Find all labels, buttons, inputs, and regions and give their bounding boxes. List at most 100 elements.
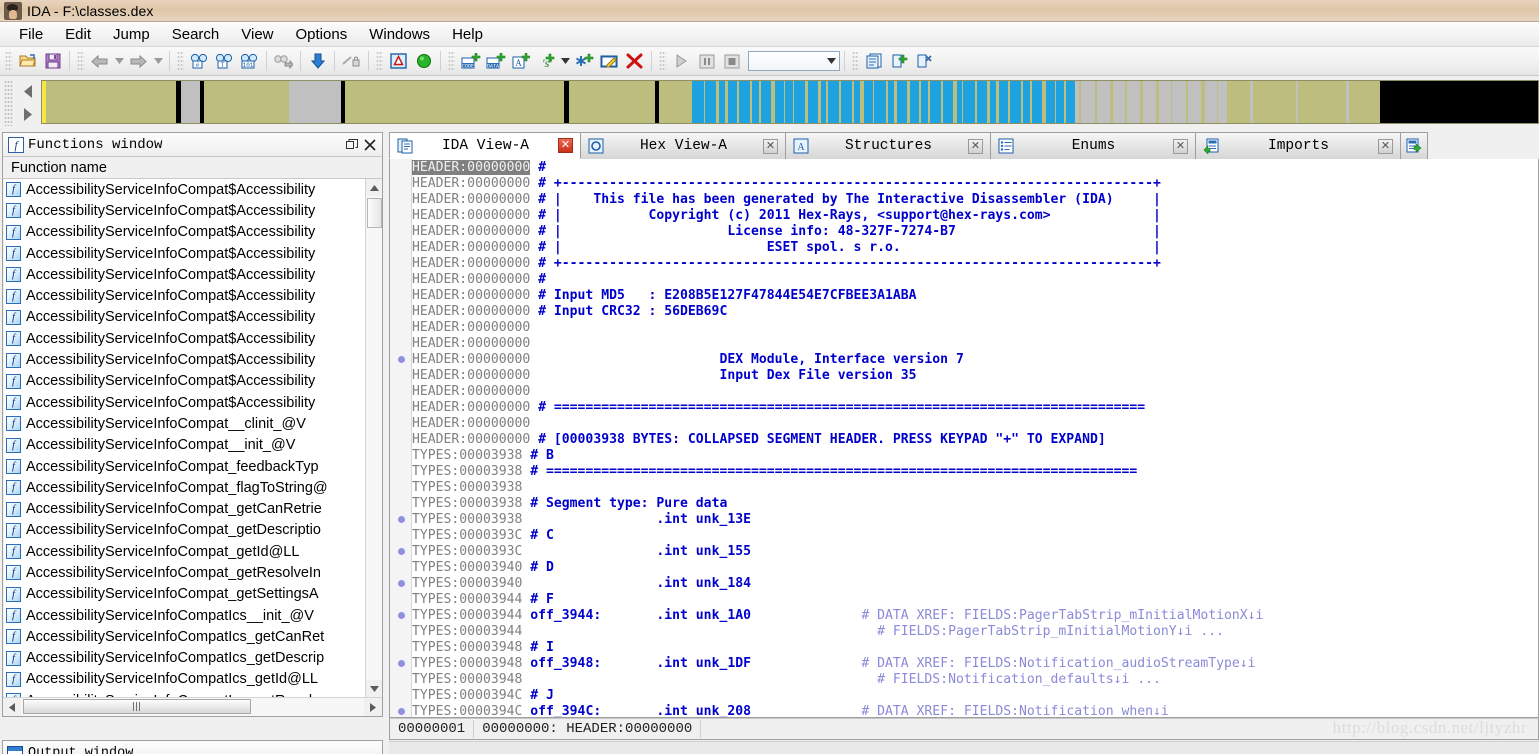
make-code-icon[interactable]: CODE [458,49,483,73]
function-list-item[interactable]: f AccessibilityServiceInfoCompat_getDescr… [3,519,365,542]
toolbar-grip[interactable] [5,51,12,71]
search-text-icon[interactable]: T [212,49,237,73]
forward-dropdown-icon[interactable] [151,49,165,73]
hscroll-thumb[interactable] [23,699,251,714]
undock-icon[interactable] [343,136,361,154]
search-hash-icon[interactable]: # [187,49,212,73]
disassembly-line[interactable]: TYPES:00003938 # Segment type: Pure data [412,496,1538,512]
function-list-item[interactable]: f AccessibilityServiceInfoCompat$Accessib… [3,285,365,307]
function-list-item[interactable]: f AccessibilityServiceInfoCompat__init_@V [3,434,365,456]
tab-imports[interactable]: Imports ✕ [1195,132,1401,159]
disassembly-line[interactable]: HEADER:00000000 [412,384,1538,400]
disassembly-code[interactable]: HEADER:00000000 # HEADER:00000000 # +---… [412,159,1538,717]
function-list-item[interactable]: f AccessibilityServiceInfoCompat_feedback… [3,455,365,478]
disassembly-line[interactable]: TYPES:0000394C off_394C: .int unk_208 # … [412,704,1538,717]
make-ascii-icon[interactable]: A [508,49,533,73]
function-list-item[interactable]: f AccessibilityServiceInfoCompat$Accessib… [3,200,365,222]
disassembly-line[interactable]: TYPES:00003944 off_3944: .int unk_1A0 # … [412,608,1538,624]
tab-close-icon[interactable]: ✕ [763,138,778,154]
disassembly-gutter[interactable] [390,159,412,717]
function-list-item[interactable]: f AccessibilityServiceInfoCompatIcs_getDe… [3,647,365,669]
disassembly-line[interactable]: TYPES:0000393C # C [412,528,1538,544]
chevron-down-icon[interactable] [823,58,839,64]
disassembly-line[interactable]: HEADER:00000000 # Input MD5 : E208B5E127… [412,288,1538,304]
menu-options[interactable]: Options [285,24,359,45]
disassembly-line[interactable]: TYPES:00003948 # FIELDS:Notification_def… [412,672,1538,688]
debugger-run-icon[interactable] [669,49,694,73]
disassembly-line[interactable]: TYPES:00003940 .int unk_184 [412,576,1538,592]
function-list-item[interactable]: f AccessibilityServiceInfoCompat$Accessib… [3,328,365,350]
menu-file[interactable]: File [8,24,54,45]
disassembly-line[interactable]: HEADER:00000000 # [412,272,1538,288]
disassembly-line[interactable]: TYPES:0000394C # J [412,688,1538,704]
undefine-icon[interactable] [622,49,647,73]
function-list-item[interactable]: f AccessibilityServiceInfoCompat__clinit_… [3,413,365,435]
make-array-icon[interactable] [572,49,597,73]
disassembly-line[interactable]: HEADER:00000000 [412,416,1538,432]
navigation-band[interactable] [41,80,1539,124]
scroll-track[interactable] [365,196,382,680]
function-list-item[interactable]: f AccessibilityServiceInfoCompat$Accessib… [3,391,365,414]
function-list-item[interactable]: f AccessibilityServiceInfoCompat_getSetti… [3,583,365,605]
function-list-item[interactable]: f AccessibilityServiceInfoCompat$Accessib… [3,242,365,265]
hscroll-track[interactable] [21,698,364,716]
navband-grip[interactable] [4,80,13,126]
jump-lock-icon[interactable] [339,49,364,73]
disassembly-line[interactable]: HEADER:00000000 # | This file has been g… [412,192,1538,208]
disassembly-line[interactable]: TYPES:00003938 [412,480,1538,496]
disassembly-line[interactable]: TYPES:00003940 # D [412,560,1538,576]
toolbar-grip[interactable] [448,51,455,71]
function-list-item[interactable]: f AccessibilityServiceInfoCompat_getCanRe… [3,498,365,520]
menu-view[interactable]: View [230,24,284,45]
function-list-item[interactable]: f AccessibilityServiceInfoCompat$Accessib… [3,179,365,201]
disassembly-line[interactable]: HEADER:00000000 [412,320,1538,336]
functions-horizontal-scrollbar[interactable] [3,697,382,716]
green-status-icon[interactable] [411,49,436,73]
disassembly-line[interactable]: TYPES:00003948 off_3948: .int unk_1DF # … [412,656,1538,672]
toolbar-grip[interactable] [77,51,84,71]
disassembly-line[interactable]: HEADER:00000000 Input Dex File version 3… [412,368,1538,384]
tab-overflow-button[interactable] [1400,132,1428,159]
function-list-item[interactable]: f AccessibilityServiceInfoCompat$Accessib… [3,264,365,286]
menu-windows[interactable]: Windows [358,24,441,45]
function-list-item[interactable]: f AccessibilityServiceInfoCompat$Accessib… [3,306,365,329]
debugger-stop-icon[interactable] [719,49,744,73]
function-list-item[interactable]: f AccessibilityServiceInfoCompat_getId@LL [3,541,365,563]
tab-close-icon[interactable]: ✕ [968,138,983,154]
menu-jump[interactable]: Jump [102,24,161,45]
tab-close-icon[interactable]: ✕ [1173,138,1188,154]
open-file-icon[interactable] [15,49,40,73]
tab-enums[interactable]: Enums ✕ [990,132,1196,159]
function-list-item[interactable]: f AccessibilityServiceInfoCompat$Accessib… [3,349,365,371]
disassembly-line[interactable]: HEADER:00000000 # [00003938 BYTES: COLLA… [412,432,1538,448]
disassembly-line[interactable]: HEADER:00000000 # | Copyright (c) 2011 H… [412,208,1538,224]
scroll-left-icon[interactable] [3,698,21,716]
functions-vertical-scrollbar[interactable] [365,179,382,697]
scroll-right-icon[interactable] [364,698,382,716]
edit-function-icon[interactable] [597,49,622,73]
function-list-item[interactable]: f AccessibilityServiceInfoCompatIcs__init… [3,604,365,627]
disassembly-line[interactable]: TYPES:00003944 # F [412,592,1538,608]
disassembly-line[interactable]: HEADER:00000000 # +---------------------… [412,176,1538,192]
function-list-item[interactable]: f AccessibilityServiceInfoCompat_flagToSt… [3,477,365,499]
function-list-item[interactable]: f AccessibilityServiceInfoCompat_getResol… [3,562,365,584]
debugger-select-combo[interactable] [748,51,840,71]
navband-next-icon[interactable] [21,107,35,122]
disassembly-line[interactable]: TYPES:00003944 # FIELDS:PagerTabStrip_mI… [412,624,1538,640]
delete-breakpoint-icon[interactable] [912,49,937,73]
disassembly-line[interactable]: HEADER:00000000 DEX Module, Interface ve… [412,352,1538,368]
disassembly-line[interactable]: HEADER:00000000 # ======================… [412,400,1538,416]
function-list-item[interactable]: f AccessibilityServiceInfoCompatIcs_getRe… [3,690,365,697]
make-data-icon[interactable]: DATA [483,49,508,73]
disassembly-line[interactable]: HEADER:00000000 # [412,160,1538,176]
disassembly-line[interactable]: TYPES:00003938 .int unk_13E [412,512,1538,528]
function-list-item[interactable]: f AccessibilityServiceInfoCompat$Accessib… [3,370,365,392]
disassembly-line[interactable]: HEADER:00000000 # +---------------------… [412,256,1538,272]
menu-help[interactable]: Help [441,24,494,45]
save-icon[interactable] [40,49,65,73]
tab-close-icon[interactable]: ✕ [1378,138,1393,154]
tab-structures[interactable]: A Structures ✕ [785,132,991,159]
tab-ida-view-a[interactable]: IDA View-A ✕ [389,132,581,159]
add-breakpoint-icon[interactable] [887,49,912,73]
disassembly-line[interactable]: HEADER:00000000 # | License info: 48-327… [412,224,1538,240]
